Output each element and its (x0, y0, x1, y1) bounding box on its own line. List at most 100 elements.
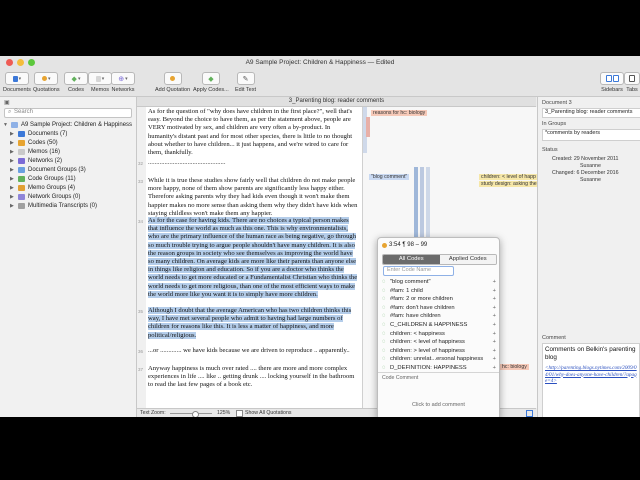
code-tag[interactable]: reasons for hc: biology (371, 110, 428, 116)
project-root[interactable]: ▼ A9 Sample Project: Children & Happines… (3, 122, 132, 128)
document-editor[interactable]: As for the question of "why does have ch… (137, 107, 362, 408)
category-icon (18, 131, 25, 137)
add-code-icon[interactable]: + (490, 322, 496, 328)
tab-all-codes[interactable]: All Codes (383, 255, 440, 264)
expand-triangle-icon[interactable]: ▼ (3, 122, 8, 128)
expand-triangle-icon[interactable]: ▶ (10, 185, 15, 191)
search-icon: ⌕ (8, 109, 12, 115)
zoom-value: 125% (217, 410, 231, 416)
documents-label: Documents (3, 87, 31, 93)
add-code-icon[interactable]: + (490, 279, 496, 285)
documents-button[interactable]: ▾ Documents (3, 72, 31, 93)
navigator-search-input[interactable]: ⌕ Search (4, 108, 132, 118)
comment-link[interactable]: <http://parenting.blogs.nytimes.com/2009… (543, 363, 639, 387)
code-list-item[interactable]: ◌ #fam: don't have children + (382, 304, 496, 312)
navigator-item[interactable]: ▶ Network Groups (0) (10, 194, 80, 200)
quotations-button[interactable]: ▾ Quotations (33, 72, 60, 93)
code-list-item[interactable]: ◌ D_DEFINITION: HAPPINESS + (382, 364, 496, 372)
navigator-item[interactable]: ▶ Document Groups (3) (10, 167, 86, 173)
document-tab-title[interactable]: 3_Parenting blog: reader comments (137, 98, 536, 104)
created-by: Susanne (580, 163, 601, 169)
networks-icon: ⊕ ▾ (111, 72, 135, 85)
created-date: 29 November 2011 (573, 156, 619, 162)
zoom-slider[interactable] (170, 413, 212, 414)
code-tag[interactable]: hc: biology (500, 364, 529, 370)
navigator-item[interactable]: ▶ Memo Groups (4) (10, 185, 75, 191)
code-list-item[interactable]: ◌ children: < level of happiness + (382, 338, 496, 346)
memos-button[interactable]: ▾ Memos (88, 72, 112, 93)
add-code-icon[interactable]: + (490, 288, 496, 294)
paragraph[interactable]: ...or ............. we have kids because… (148, 347, 359, 355)
navigator-item[interactable]: ▶ Multimedia Transcripts (0) (10, 203, 97, 209)
code-list-item[interactable]: ◌ #fam: have children + (382, 312, 496, 320)
add-code-icon[interactable]: + (490, 296, 496, 302)
expand-triangle-icon[interactable]: ▶ (10, 176, 15, 182)
apply-codes-button[interactable]: ◆ Apply Codes... (193, 72, 229, 93)
add-quotation-button[interactable]: Add Quotation (155, 72, 190, 93)
code-name: children: < happiness (390, 330, 445, 337)
quotation-bar[interactable] (366, 117, 370, 137)
layout-toggle-icon[interactable] (526, 410, 533, 417)
comment-box[interactable]: Comments on Belkin's parenting blog <htt… (542, 343, 640, 417)
paragraph-number: 34 (138, 219, 144, 224)
code-list-item[interactable]: ◌ C_CHILDREN & HAPPINESS + (382, 321, 496, 329)
codes-label: Codes (68, 87, 84, 93)
expand-triangle-icon[interactable]: ▶ (10, 140, 15, 146)
paragraph[interactable]: Anyway happiness is much over rated ....… (148, 365, 359, 390)
expand-triangle-icon[interactable]: ▶ (10, 131, 15, 137)
navigator-toggle-icon[interactable]: ▣ (4, 99, 10, 106)
tabs-button[interactable]: Tabs (624, 72, 640, 93)
code-name-input[interactable]: Enter Code Name (383, 266, 454, 276)
document-tab-bar: 3_Parenting blog: reader comments (137, 97, 536, 107)
code-list-item[interactable]: ◌ children: < happiness + (382, 330, 496, 338)
edit-text-label: Edit Text (235, 87, 256, 93)
paragraph[interactable]: ........................................… (148, 159, 359, 167)
paragraph[interactable]: As for the question of "why does have ch… (148, 108, 359, 157)
paragraph-text: As for the case for having kids. There a… (148, 217, 358, 298)
add-code-icon[interactable]: + (490, 356, 496, 362)
code-tag[interactable]: children: < level of happ (479, 174, 537, 180)
add-comment-hint[interactable]: Click to add comment (378, 402, 499, 408)
add-code-icon[interactable]: + (490, 365, 496, 371)
tab-applied-codes[interactable]: Applied Codes (439, 255, 496, 264)
paragraph[interactable]: As for the case for having kids. There a… (148, 217, 359, 299)
code-tag[interactable]: study design: asking the (479, 181, 537, 187)
show-all-checkbox[interactable] (236, 410, 243, 417)
add-code-icon[interactable]: + (490, 348, 496, 354)
add-code-icon[interactable]: + (490, 339, 496, 345)
networks-button[interactable]: ⊕ ▾ Networks (111, 72, 135, 93)
comment-label: Comment (542, 335, 566, 341)
expand-triangle-icon[interactable]: ▶ (10, 149, 15, 155)
code-list-item[interactable]: ◌ #fam: 2 or more children + (382, 295, 496, 303)
navigator-item[interactable]: ▶ Codes (50) (10, 140, 58, 146)
expand-triangle-icon[interactable]: ▶ (10, 167, 15, 173)
navigator-item-label: Network Groups (0) (28, 194, 81, 200)
code-name: #fam: 2 or more children (390, 296, 453, 303)
navigator-item[interactable]: ▶ Code Groups (11) (10, 176, 76, 182)
code-list-item[interactable]: ◌ children: > level of happiness + (382, 347, 496, 355)
paragraph[interactable]: Although I doubt that the average Americ… (148, 307, 359, 340)
code-list-item[interactable]: ◌ #fam: 1 child + (382, 287, 496, 295)
navigator-item[interactable]: ▶ Memos (16) (10, 149, 60, 155)
add-code-icon[interactable]: + (490, 313, 496, 319)
expand-triangle-icon[interactable]: ▶ (10, 158, 15, 164)
document-name-field[interactable]: 3_Parenting blog: reader comments (542, 108, 640, 118)
add-code-icon[interactable]: + (490, 331, 496, 337)
code-name: #fam: don't have children (390, 304, 455, 311)
zoom-slider-knob[interactable] (192, 411, 199, 417)
code-tag[interactable]: "blog comment" (369, 174, 410, 180)
window-title: A9 Sample Project: Children & Happiness … (245, 59, 395, 66)
category-icon (18, 167, 25, 173)
navigator-item[interactable]: ▶ Documents (7) (10, 131, 67, 137)
code-list-item[interactable]: ◌ "blog comment" + (382, 278, 496, 286)
expand-triangle-icon[interactable]: ▶ (10, 203, 15, 209)
add-code-icon[interactable]: + (490, 305, 496, 311)
expand-triangle-icon[interactable]: ▶ (10, 194, 15, 200)
edit-text-button[interactable]: ✎ Edit Text (235, 72, 256, 93)
sidebars-button[interactable]: Sidebars (600, 72, 624, 93)
groups-list[interactable]: *comments by readers (542, 129, 640, 141)
codes-button[interactable]: ◆ ▾ Codes (64, 72, 88, 93)
navigator-item[interactable]: ▶ Networks (2) (10, 158, 62, 164)
paragraph[interactable]: While it is true these studies show fair… (148, 177, 359, 218)
code-list-item[interactable]: ◌ children: unrelat...ersonal happiness + (382, 355, 496, 363)
